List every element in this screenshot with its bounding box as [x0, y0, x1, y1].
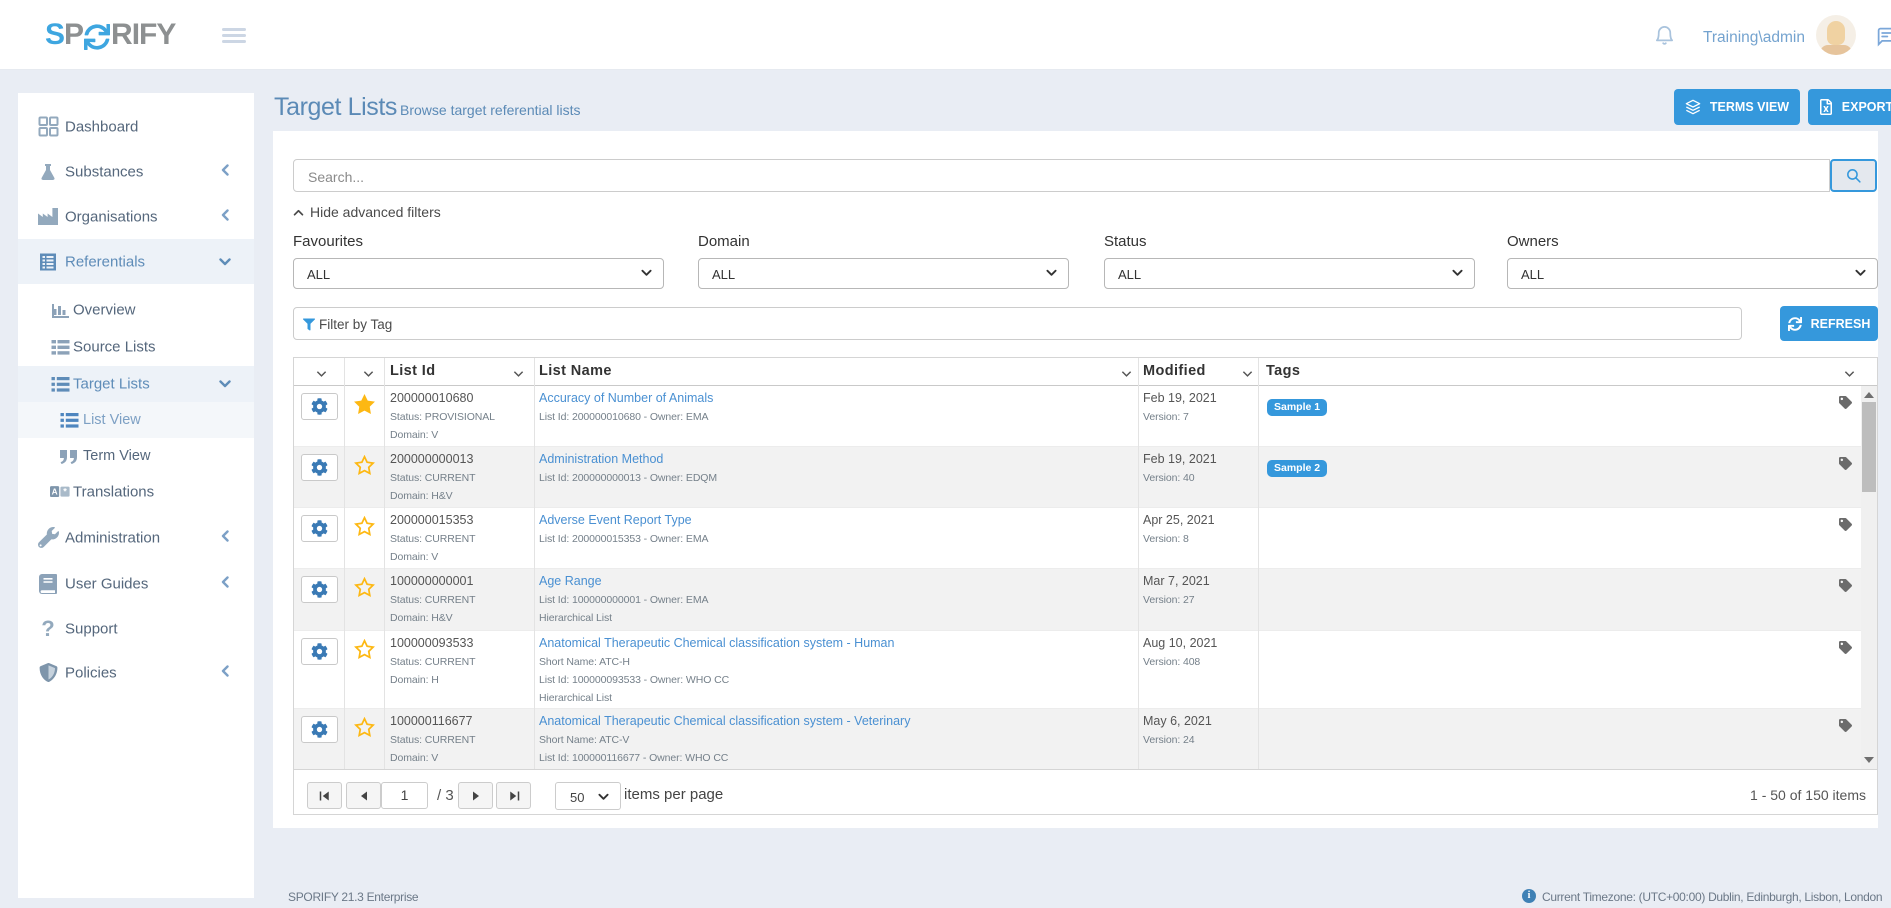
svg-text:A: A	[52, 487, 58, 497]
svg-text:*: *	[63, 487, 67, 497]
